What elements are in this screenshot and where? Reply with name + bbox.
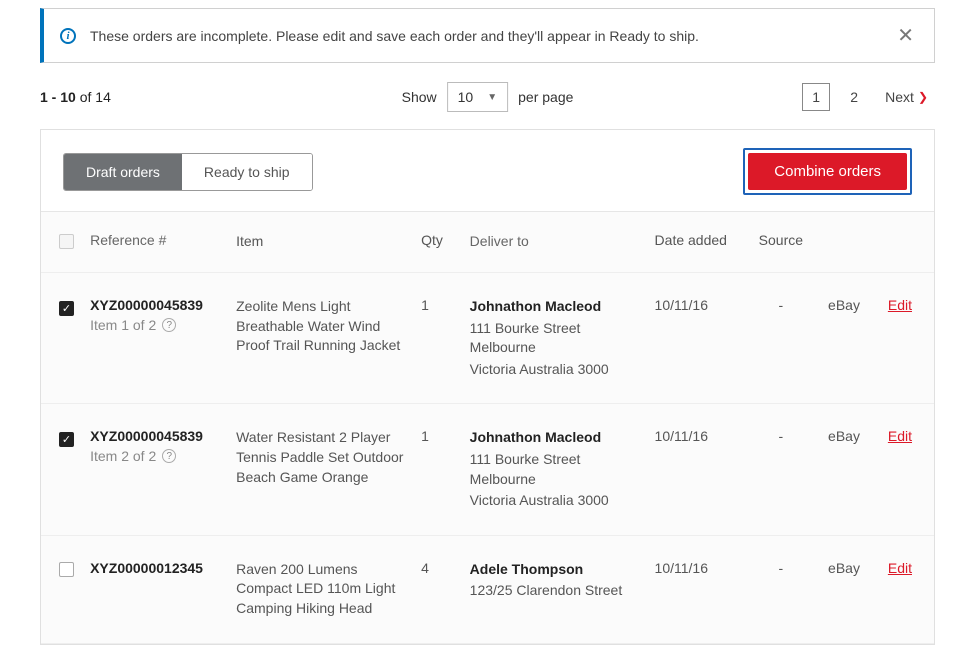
table-row: ✓ XYZ00000045839 Item 1 of 2 ? Zeolite Mens… <box>41 273 934 404</box>
address-line: 111 Bourke Street Melbourne <box>470 450 645 489</box>
row-checkbox[interactable]: ✓ <box>59 432 74 447</box>
orders-table: Reference # Item Qty Deliver to Date add… <box>41 212 934 644</box>
alert-message: These orders are incomplete. Please edit… <box>90 28 893 44</box>
help-icon[interactable]: ? <box>162 318 176 332</box>
item-description: Raven 200 Lumens Compact LED 110m Light … <box>236 560 421 619</box>
header-date: Date added <box>655 232 747 248</box>
platform: eBay <box>815 428 873 444</box>
orders-panel: Draft orders Ready to ship Combine order… <box>40 129 935 645</box>
date-added: 10/11/16 <box>655 428 747 444</box>
address-line: 111 Bourke Street Melbourne <box>470 319 645 358</box>
next-page[interactable]: Next ❯ <box>878 83 935 111</box>
page-1[interactable]: 1 <box>802 83 830 111</box>
edit-link[interactable]: Edit <box>888 560 912 576</box>
recipient-name: Johnathon Macleod <box>470 297 645 317</box>
reference-number: XYZ00000012345 <box>90 560 226 576</box>
recipient-name: Adele Thompson <box>470 560 645 580</box>
edit-link[interactable]: Edit <box>888 297 912 313</box>
row-checkbox[interactable]: ✓ <box>59 301 74 316</box>
item-description: Water Resistant 2 Player Tennis Paddle S… <box>236 428 421 487</box>
address-line: Victoria Australia 3000 <box>470 491 645 511</box>
table-row: XYZ00000012345 Raven 200 Lumens Compact L… <box>41 536 934 644</box>
source: - <box>747 297 815 313</box>
chevron-right-icon: ❯ <box>918 90 928 104</box>
date-added: 10/11/16 <box>655 297 747 313</box>
help-icon[interactable]: ? <box>162 449 176 463</box>
per-page-control: Show 10 ▼ per page <box>402 82 574 112</box>
item-count: Item 1 of 2 ? <box>90 317 226 333</box>
quantity: 1 <box>421 428 470 444</box>
table-header: Reference # Item Qty Deliver to Date add… <box>41 212 934 273</box>
quantity: 4 <box>421 560 470 576</box>
table-row: ✓ XYZ00000045839 Item 2 of 2 ? Water Resist… <box>41 404 934 535</box>
combine-orders-highlight: Combine orders <box>743 148 912 195</box>
info-icon: i <box>60 28 76 44</box>
close-icon[interactable]: ✕ <box>893 23 918 48</box>
platform: eBay <box>815 560 873 576</box>
order-tabs: Draft orders Ready to ship <box>63 153 313 191</box>
select-all-checkbox[interactable] <box>59 234 74 249</box>
combine-orders-button[interactable]: Combine orders <box>748 153 907 190</box>
row-checkbox[interactable] <box>59 562 74 577</box>
pagination: 1 2 Next ❯ <box>802 83 935 111</box>
quantity: 1 <box>421 297 470 313</box>
date-added: 10/11/16 <box>655 560 747 576</box>
header-qty: Qty <box>421 232 470 248</box>
tab-draft-orders[interactable]: Draft orders <box>64 154 182 190</box>
address-line: 123/25 Clarendon Street <box>470 581 645 601</box>
source: - <box>747 428 815 444</box>
header-item: Item <box>236 232 421 252</box>
edit-link[interactable]: Edit <box>888 428 912 444</box>
platform: eBay <box>815 297 873 313</box>
results-range: 1 - 10 of 14 <box>40 89 111 105</box>
item-count: Item 2 of 2 ? <box>90 448 226 464</box>
item-description: Zeolite Mens Light Breathable Water Wind… <box>236 297 421 356</box>
header-deliver: Deliver to <box>470 232 655 252</box>
source: - <box>747 560 815 576</box>
reference-number: XYZ00000045839 <box>90 428 226 444</box>
page-2[interactable]: 2 <box>840 83 868 111</box>
chevron-down-icon: ▼ <box>487 92 497 103</box>
per-page-select[interactable]: 10 ▼ <box>447 82 508 112</box>
tab-ready-to-ship[interactable]: Ready to ship <box>182 154 312 190</box>
address-line: Victoria Australia 3000 <box>470 360 645 380</box>
reference-number: XYZ00000045839 <box>90 297 226 313</box>
header-source: Source <box>747 232 815 248</box>
header-reference: Reference # <box>90 232 236 248</box>
recipient-name: Johnathon Macleod <box>470 428 645 448</box>
incomplete-orders-alert: i These orders are incomplete. Please ed… <box>40 8 935 63</box>
